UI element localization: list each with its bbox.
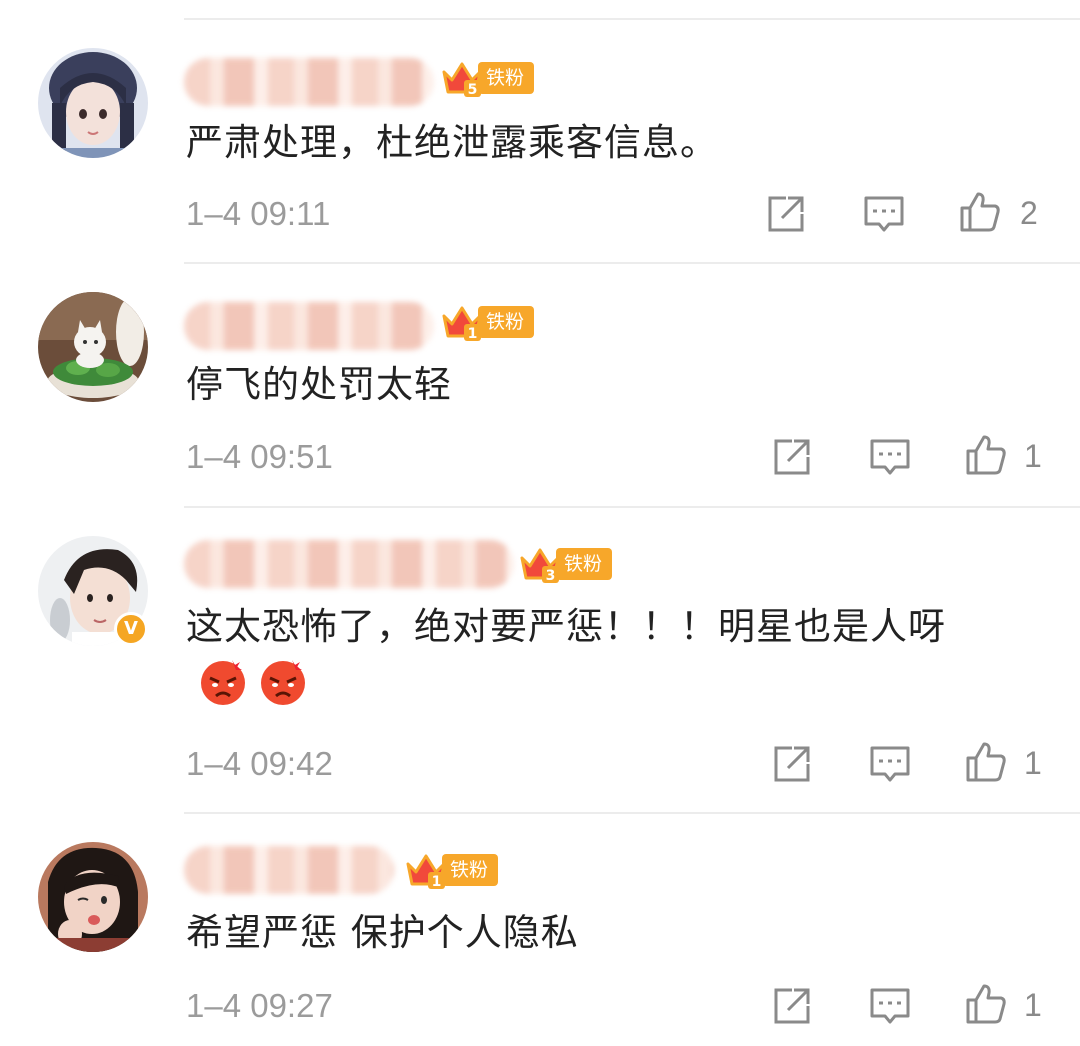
username-blurred[interactable] (184, 58, 434, 106)
badge-label: 铁粉 (556, 548, 613, 580)
reply-icon (864, 196, 904, 232)
divider (184, 506, 1080, 508)
reply-icon (870, 439, 910, 475)
svg-text:1: 1 (432, 874, 442, 890)
fan-badge[interactable]: 5 铁粉 (440, 58, 535, 98)
fan-badge[interactable]: 1 铁粉 (404, 850, 499, 890)
like-button[interactable] (964, 982, 1008, 1026)
comment-text-content: 这太恐怖了，绝对要严惩！！！明星也是人呀 (186, 605, 946, 648)
repost-button[interactable] (770, 984, 814, 1028)
fan-badge[interactable]: 1 铁粉 (440, 302, 535, 342)
svg-text:5: 5 (468, 82, 478, 98)
repost-icon (774, 746, 810, 782)
svg-text:1: 1 (468, 326, 478, 342)
repost-icon (774, 988, 810, 1024)
like-count: 1 (1024, 987, 1042, 1023)
username-blurred[interactable] (184, 302, 434, 350)
like-count: 2 (1020, 195, 1038, 231)
angry-emoji (198, 656, 248, 706)
repost-icon (768, 196, 804, 232)
repost-button[interactable] (770, 742, 814, 786)
reply-button[interactable] (868, 742, 912, 786)
comment-text: 停飞的处罚太轻 (186, 363, 452, 406)
like-button[interactable] (958, 190, 1002, 234)
username-blurred[interactable] (184, 540, 514, 588)
fan-badge[interactable]: 3 铁粉 (518, 544, 613, 584)
comment-time: 1–4 09:11 (186, 195, 331, 232)
comment-time: 1–4 09:27 (186, 987, 333, 1024)
repost-button[interactable] (770, 435, 814, 479)
verified-badge: V (114, 612, 148, 646)
reply-icon (870, 746, 910, 782)
thumbs-up-icon (960, 192, 1000, 232)
like-count: 1 (1024, 438, 1042, 474)
comment-time: 1–4 09:42 (186, 745, 333, 782)
reply-button[interactable] (868, 984, 912, 1028)
badge-label: 铁粉 (442, 854, 499, 886)
comment-text: 希望严惩 保护个人隐私 (186, 911, 579, 954)
reply-button[interactable] (862, 192, 906, 236)
reply-button[interactable] (868, 435, 912, 479)
like-button[interactable] (964, 433, 1008, 477)
top-divider (184, 18, 1080, 20)
avatar[interactable] (38, 292, 148, 402)
like-count: 1 (1024, 745, 1042, 781)
badge-label: 铁粉 (478, 62, 535, 94)
divider (184, 812, 1080, 814)
comment-text: 这太恐怖了，绝对要严惩！！！明星也是人呀 (186, 598, 1030, 715)
divider (184, 262, 1080, 264)
comment-text: 严肃处理，杜绝泄露乘客信息。 (186, 121, 718, 164)
avatar[interactable] (38, 842, 148, 952)
repost-button[interactable] (764, 192, 808, 236)
avatar[interactable] (38, 48, 148, 158)
like-button[interactable] (964, 740, 1008, 784)
repost-icon (774, 439, 810, 475)
thumbs-up-icon (966, 984, 1006, 1024)
reply-icon (870, 988, 910, 1024)
username-blurred[interactable] (184, 846, 394, 894)
angry-emoji (258, 656, 308, 706)
thumbs-up-icon (966, 435, 1006, 475)
comment-time: 1–4 09:51 (186, 438, 333, 475)
svg-text:3: 3 (546, 568, 556, 584)
badge-label: 铁粉 (478, 306, 535, 338)
thumbs-up-icon (966, 742, 1006, 782)
